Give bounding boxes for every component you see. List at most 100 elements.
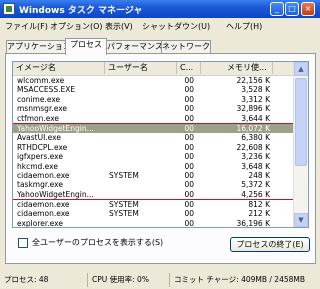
process-image-name: ctfmon.exe <box>17 113 60 123</box>
scroll-down-arrow[interactable]: ▼ <box>294 213 308 227</box>
table-row[interactable]: YahooWidgetEngin... 00 16,072 K <box>13 123 295 134</box>
process-memory: 6,380 K <box>241 133 270 143</box>
column-user-name[interactable]: ユーザー名 <box>105 62 177 74</box>
menu-file[interactable]: ファイル(F) <box>5 21 48 32</box>
process-memory: 248 K <box>248 170 270 180</box>
table-row[interactable]: MSACCESS.EXE 00 3,528 K <box>13 85 295 94</box>
menu-view[interactable]: 表示(V) <box>105 21 133 32</box>
process-memory: 212 K <box>248 209 270 219</box>
menu-options[interactable]: オプション(O) <box>50 21 103 32</box>
window-title: Windows タスク マネージャ <box>19 6 143 16</box>
process-image-name: RTHDCPL.exe <box>17 142 68 152</box>
process-image-name: cidaemon.exe <box>17 200 70 210</box>
process-memory: 22,608 K <box>236 142 270 152</box>
status-process-count: プロセス: 48 <box>0 273 88 287</box>
table-row[interactable]: hkcmd.exe 00 3,648 K <box>13 162 295 171</box>
table-row[interactable]: wlcomm.exe 00 22,156 K <box>13 76 295 85</box>
process-cpu: 00 <box>184 85 194 95</box>
menu-help[interactable]: ヘルプ(H) <box>226 21 262 32</box>
process-memory: 4,256 K <box>241 189 270 199</box>
process-image-name: igfxpers.exe <box>17 152 63 162</box>
process-cpu: 00 <box>184 209 194 219</box>
process-memory: 32,896 K <box>236 104 270 114</box>
table-row[interactable]: cidaemon.exe SYSTEM 00 812 K <box>13 200 295 209</box>
status-commit-charge: コミット チャージ: 409MB / 2458MB <box>174 275 305 284</box>
tab-applications[interactable]: アプリケーション <box>6 40 71 54</box>
process-image-name: wlcomm.exe <box>17 76 65 85</box>
status-bar: プロセス: 48 CPU 使用率: 0% コミット チャージ: 409MB / … <box>0 271 320 289</box>
vertical-scrollbar[interactable]: ▲ ▼ <box>293 62 308 227</box>
status-cpu-usage: CPU 使用率: 0% <box>88 273 170 287</box>
process-cpu: 00 <box>184 152 194 162</box>
process-image-name: YahooWidgetEngin... <box>17 189 94 199</box>
tab-processes[interactable]: プロセス <box>65 38 107 55</box>
process-image-name: AvastUI.exe <box>17 133 61 143</box>
list-header: イメージ名 ユーザー名 C... メモリ使... <box>13 62 295 76</box>
table-row[interactable]: RTHDCPL.exe 00 22,608 K <box>13 143 295 152</box>
show-all-users-label[interactable]: 全ユーザーのプロセスを表示する(S) <box>32 238 163 248</box>
process-cpu: 00 <box>184 180 194 190</box>
minimize-button[interactable]: _ <box>270 2 284 16</box>
process-memory: 36,196 K <box>236 218 270 228</box>
process-cpu: 00 <box>184 161 194 171</box>
title-bar[interactable]: Windows タスク マネージャ _ □ × <box>0 0 320 18</box>
task-manager-icon <box>3 3 15 15</box>
scroll-up-arrow[interactable]: ▲ <box>294 62 308 76</box>
process-cpu: 00 <box>184 218 194 228</box>
table-row[interactable]: YahooWidgetEngin... 00 4,256 K <box>13 189 295 201</box>
column-image-name[interactable]: イメージ名 <box>13 62 105 74</box>
table-row[interactable]: msnmsgr.exe 00 32,896 K <box>13 104 295 113</box>
process-memory: 5,372 K <box>241 180 270 190</box>
close-button[interactable]: × <box>301 2 315 16</box>
process-image-name: YahooWidgetEngin... <box>17 123 94 133</box>
process-user-name: SYSTEM <box>109 200 139 210</box>
end-process-button[interactable]: プロセスの終了(E) <box>230 237 310 252</box>
process-memory: 3,312 K <box>241 94 270 104</box>
process-image-name: msnmsgr.exe <box>17 104 68 114</box>
process-cpu: 00 <box>184 104 194 114</box>
tab-network[interactable]: ネットワーク <box>161 40 211 54</box>
process-cpu: 00 <box>184 133 194 143</box>
process-list[interactable]: イメージ名 ユーザー名 C... メモリ使... wlcomm.exe 00 22,… <box>12 61 309 228</box>
table-row[interactable]: igfxpers.exe 00 3,236 K <box>13 152 295 161</box>
process-memory: 22,156 K <box>236 76 270 85</box>
table-row[interactable]: cidaemon.exe SYSTEM 00 212 K <box>13 209 295 218</box>
table-row[interactable]: ctfmon.exe 00 3,644 K <box>13 114 295 124</box>
table-row[interactable]: AvastUI.exe 00 6,380 K <box>13 133 295 142</box>
process-image-name: hkcmd.exe <box>17 161 58 171</box>
process-memory: 3,648 K <box>241 161 270 171</box>
process-cpu: 00 <box>184 94 194 104</box>
process-memory: 3,236 K <box>241 152 270 162</box>
menu-bar: ファイル(F) オプション(O) 表示(V) シャットダウン(U) ヘルプ(H) <box>0 18 320 34</box>
process-user-name: SYSTEM <box>109 170 139 180</box>
table-row[interactable]: taskmgr.exe 00 5,372 K <box>13 180 295 189</box>
process-cpu: 00 <box>184 123 194 133</box>
table-row[interactable]: cidaemon.exe SYSTEM 00 248 K <box>13 171 295 180</box>
process-cpu: 00 <box>184 142 194 152</box>
maximize-button[interactable]: □ <box>285 2 299 16</box>
process-memory: 812 K <box>248 200 270 210</box>
process-image-name: cidaemon.exe <box>17 209 70 219</box>
process-cpu: 00 <box>184 76 194 85</box>
show-all-users-checkbox[interactable] <box>18 238 28 248</box>
processes-panel: イメージ名 ユーザー名 C... メモリ使... wlcomm.exe 00 22,… <box>5 53 316 264</box>
process-cpu: 00 <box>184 170 194 180</box>
process-cpu: 00 <box>184 189 194 199</box>
process-cpu: 00 <box>184 113 194 123</box>
menu-shutdown[interactable]: シャットダウン(U) <box>142 21 210 32</box>
tab-performance[interactable]: パフォーマンス <box>106 40 163 54</box>
scroll-thumb[interactable] <box>295 78 307 166</box>
column-cpu[interactable]: C... <box>177 62 201 74</box>
table-row[interactable]: conime.exe 00 3,312 K <box>13 95 295 104</box>
process-image-name: taskmgr.exe <box>17 180 63 190</box>
process-memory: 3,528 K <box>241 85 270 95</box>
process-image-name: explorer.exe <box>17 218 63 228</box>
process-cpu: 00 <box>184 200 194 210</box>
process-memory: 16,072 K <box>236 123 270 133</box>
column-memory[interactable]: メモリ使... <box>201 62 273 74</box>
process-memory: 3,644 K <box>241 113 270 123</box>
process-image-name: cidaemon.exe <box>17 170 70 180</box>
task-manager-window: Windows タスク マネージャ _ □ × ファイル(F) オプション(O)… <box>0 0 320 289</box>
process-image-name: MSACCESS.EXE <box>17 85 76 95</box>
table-row[interactable]: explorer.exe 00 36,196 K <box>13 218 295 228</box>
